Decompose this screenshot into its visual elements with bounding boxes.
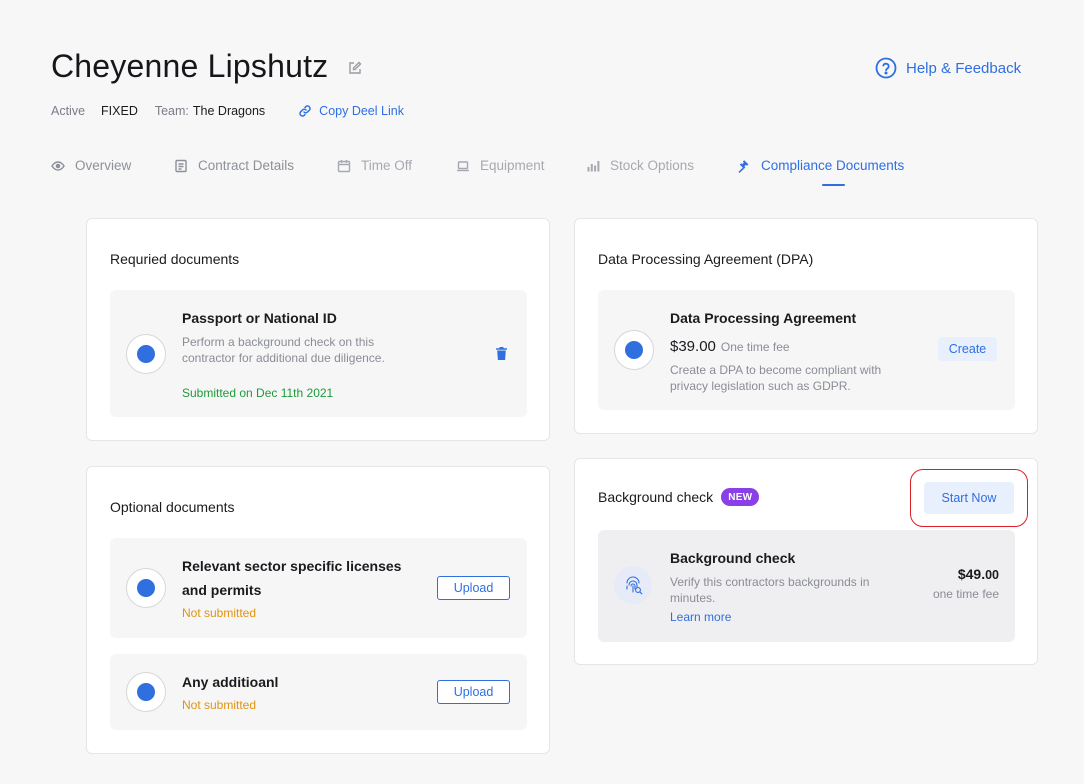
- status-label: Active: [51, 104, 86, 118]
- price-cents: 00: [985, 568, 999, 582]
- list-item: Relevant sector specific licenses and pe…: [110, 538, 527, 638]
- dpa-price-value: $39.00: [670, 338, 716, 355]
- radio-button[interactable]: [126, 568, 166, 608]
- bar-chart-icon: [587, 160, 600, 171]
- tab-time-off-label: Time Off: [361, 158, 413, 173]
- help-feedback-label: Help & Feedback: [906, 59, 1022, 77]
- contract-type-label: FIXED: [101, 104, 138, 118]
- price-main: $49.: [957, 566, 986, 582]
- create-button[interactable]: Create: [938, 337, 997, 361]
- not-submitted-status: Not submitted: [182, 606, 257, 620]
- upload-button[interactable]: Upload: [437, 576, 510, 600]
- radio-button[interactable]: [126, 672, 166, 712]
- calendar-icon: [337, 159, 351, 172]
- document-title: Relevant sector specific licenses and pe…: [182, 558, 402, 598]
- background-check-price: $49.00 one time fee: [933, 566, 999, 601]
- background-check-title: Background check: [598, 489, 714, 505]
- price-note: one time fee: [932, 587, 999, 601]
- list-item: Passport or National ID Perform a backgr…: [110, 290, 527, 417]
- dpa-item-title: Data Processing Agreement: [670, 310, 857, 326]
- dpa-card: Data Processing Agreement (DPA) Data Pro…: [574, 218, 1038, 434]
- dpa-description: Create a DPA to become compliant with pr…: [670, 363, 882, 393]
- link-icon: [299, 105, 311, 117]
- gavel-icon: [738, 159, 749, 173]
- fingerprint-icon: [614, 566, 652, 604]
- document-title: Passport or National ID: [182, 310, 337, 326]
- background-check-item-title: Background check: [670, 550, 796, 566]
- contractor-meta: Active FIXED Team: The Dragons Copy Deel…: [51, 104, 404, 118]
- laptop-icon: [457, 160, 469, 171]
- list-item: Any additioanl Not submitted Upload: [110, 654, 527, 730]
- active-tab-indicator: [822, 184, 845, 186]
- team-name: The Dragons: [192, 104, 266, 118]
- tab-contract-details[interactable]: Contract Details: [174, 158, 294, 173]
- edit-icon[interactable]: [348, 61, 362, 75]
- trash-icon[interactable]: [496, 347, 507, 360]
- copy-link-label: Copy Deel Link: [319, 104, 404, 118]
- document-icon: [175, 159, 187, 172]
- help-feedback-link[interactable]: Help & Feedback: [875, 57, 1021, 79]
- document-description: Perform a background check on this contr…: [182, 335, 385, 365]
- required-documents-title: Requried documents: [110, 251, 240, 267]
- optional-documents-title: Optional documents: [110, 499, 235, 515]
- optional-documents-card: Optional documents Relevant sector speci…: [86, 466, 550, 754]
- copy-deel-link[interactable]: Copy Deel Link: [298, 104, 404, 118]
- eye-icon: [51, 160, 65, 171]
- tab-equipment[interactable]: Equipment: [456, 158, 545, 173]
- learn-more-link[interactable]: Learn more: [670, 610, 731, 624]
- tab-time-off[interactable]: Time Off: [337, 158, 412, 173]
- tab-overview[interactable]: Overview: [51, 158, 131, 173]
- dpa-price-note: One time fee: [720, 340, 790, 354]
- tab-stock-options[interactable]: Stock Options: [586, 158, 694, 173]
- list-item: Background check Verify this contractors…: [598, 530, 1015, 642]
- tab-stock-options-label: Stock Options: [610, 158, 695, 173]
- tab-compliance-documents[interactable]: Compliance Documents: [737, 158, 904, 173]
- radio-button[interactable]: [126, 334, 166, 374]
- highlight-circle: [910, 469, 1028, 527]
- background-check-description: Verify this contractors backgrounds in m…: [670, 575, 870, 605]
- new-badge: NEW: [721, 488, 760, 506]
- page-title: Cheyenne Lipshutz: [51, 48, 329, 84]
- tab-compliance-documents-label: Compliance Documents: [761, 158, 905, 173]
- radio-button[interactable]: [614, 330, 654, 370]
- required-documents-card: Requried documents Passport or National …: [86, 218, 550, 441]
- tab-contract-details-label: Contract Details: [198, 158, 295, 173]
- background-check-header: Background check NEW: [598, 488, 760, 506]
- submitted-status: Submitted on Dec 11th 2021: [182, 386, 334, 400]
- tab-equipment-label: Equipment: [480, 158, 545, 173]
- team-prefix: Team:: [154, 104, 189, 118]
- question-circle-icon: [875, 57, 897, 79]
- document-title: Any additioanl: [182, 674, 279, 690]
- list-item: Data Processing Agreement $39.00 One tim…: [598, 290, 1015, 410]
- upload-button[interactable]: Upload: [437, 680, 510, 704]
- not-submitted-status: Not submitted: [182, 698, 257, 712]
- dpa-price: $39.00 One time fee: [670, 338, 790, 355]
- dpa-title: Data Processing Agreement (DPA): [598, 251, 814, 267]
- tab-overview-label: Overview: [75, 158, 132, 173]
